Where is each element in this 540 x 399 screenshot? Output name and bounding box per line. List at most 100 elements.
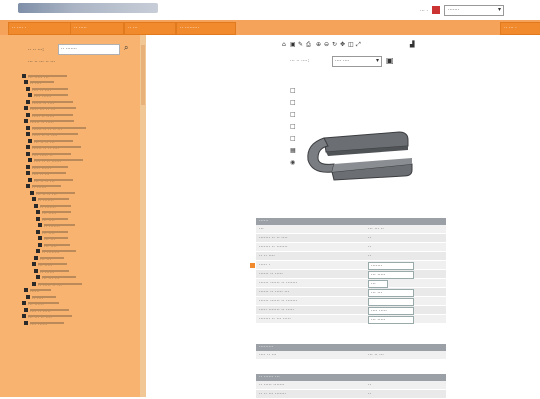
- tree-node-icon: [26, 151, 30, 156]
- chevron-down-icon: ▾: [497, 6, 501, 13]
- fullscreen-icon[interactable]: ⤢: [356, 42, 362, 48]
- property-key: ······· ·· ·······: [259, 244, 288, 250]
- tree-node-icon: [38, 223, 42, 227]
- property-row: ······ ······ ·· ······· ···: [256, 279, 446, 288]
- tree-item-label: ·· ····: [30, 81, 54, 87]
- tab-4-label: ·· ·········: [180, 25, 200, 31]
- search-input[interactable]: ·· ·······: [58, 44, 120, 55]
- property-input[interactable]: [368, 298, 414, 306]
- property-input[interactable]: ··· ···: [368, 289, 414, 297]
- save-icon[interactable]: ▣: [290, 42, 296, 48]
- property-value: ···: [371, 281, 376, 287]
- scrollbar-thumb[interactable]: [141, 45, 145, 105]
- property-key: ······· ·· ·· ····: [259, 235, 288, 241]
- tree-item-label: ··· ····: [42, 217, 68, 224]
- property-row: ······· ·· ·· ···· ··: [256, 234, 446, 243]
- tree-item-label: ······: [30, 289, 51, 295]
- edit-icon[interactable]: ✎: [298, 42, 304, 48]
- tab-3[interactable]: ·· ···: [124, 22, 176, 35]
- tree-node-icon: [26, 86, 30, 91]
- tree-node-icon: [36, 229, 40, 234]
- tree-node-icon: [32, 281, 36, 286]
- tree-item-label: ··· ······: [28, 302, 59, 308]
- logo: [18, 3, 158, 13]
- home-icon[interactable]: ⌂: [282, 42, 288, 48]
- property-input[interactable]: ··· ·····: [368, 271, 414, 279]
- sidebar: ·· ·· ···: ·· ······· ⌕ ··· ·· ··· ·· ··…: [0, 35, 146, 397]
- chart-icon[interactable]: ▟: [410, 42, 416, 48]
- zoom-select[interactable]: ···· ···· ▾: [332, 56, 382, 67]
- property-key: ·· ·· ····: [259, 253, 275, 259]
- tree-node-icon: [28, 177, 32, 182]
- zoom-in-icon[interactable]: ⊕: [316, 42, 322, 48]
- property-row: ····· ······· ·· ····· ···· ·····: [256, 306, 446, 315]
- tree-node-icon: [26, 99, 30, 104]
- tree-node-icon: [24, 80, 28, 84]
- property-row: ···· ·· ··· ··· ·· ···: [256, 351, 446, 360]
- tree-node-icon: [24, 307, 28, 312]
- view-3d-icon[interactable]: ▦: [290, 148, 296, 154]
- rotate-icon[interactable]: ↻: [332, 42, 338, 48]
- property-value: ··· ·· ···: [368, 352, 384, 358]
- property-row: ····· · ·······: [256, 261, 446, 270]
- nav-bar: ·· ···· · ·· ····· ·· ··· ·· ········· ·…: [0, 20, 540, 35]
- property-input[interactable]: ···· ·····: [368, 307, 414, 315]
- tree-item-label: ··· ·····: [38, 263, 67, 269]
- view-side-icon[interactable]: □: [290, 112, 296, 118]
- property-key: ····· ······· ·· ·····: [259, 307, 294, 313]
- tree-item-label: ···· ·· ···: [32, 172, 66, 178]
- property-value: ··: [368, 235, 372, 241]
- tree-node-icon: [32, 197, 36, 201]
- fit-icon[interactable]: ◫: [348, 42, 354, 48]
- property-key: ····· ·: [259, 262, 271, 268]
- tree-item-label: ····· ··· ·· ···: [30, 107, 76, 113]
- view-front-icon[interactable]: □: [290, 88, 296, 94]
- view-back-icon[interactable]: □: [290, 136, 296, 142]
- flag-icon: [432, 6, 440, 14]
- property-value: ··· ···: [371, 290, 383, 296]
- tab-right-label: ·· ··· ·: [504, 25, 517, 31]
- tree-item[interactable]: ···· ······: [22, 320, 86, 328]
- view-iso-icon[interactable]: □: [290, 124, 296, 130]
- zoom-label: ··· ·· ····:: [290, 58, 310, 64]
- tree-node-icon: [38, 236, 42, 240]
- viewer-toolbar: ⌂ ▣ ✎ ⎙ ⊕ ⊖ ↻ ✥ ◫ ⤢ ▟: [276, 42, 416, 52]
- property-panel: ········· ···· ·· ··· ··· ·· ···: [256, 344, 446, 360]
- view-reset-icon[interactable]: ◉: [290, 160, 296, 166]
- tree-item-label: ··· ····· ···: [28, 74, 67, 81]
- zoom-out-icon[interactable]: ⊖: [324, 42, 330, 48]
- tab-2[interactable]: ·· ·····: [70, 22, 124, 35]
- warning-icon: [250, 263, 255, 268]
- property-row: ······· ·· ··· ····· ··· ·····: [256, 315, 446, 324]
- tree-node-icon: [24, 320, 28, 325]
- binoculars-icon[interactable]: ⌕: [124, 43, 132, 52]
- property-input[interactable]: ·······: [368, 262, 414, 270]
- property-key: ······ ······ ·· ·······: [259, 280, 298, 286]
- property-row: ·· ····· ······· ··: [256, 381, 446, 390]
- language-select[interactable]: ······· ▾: [444, 5, 504, 16]
- zoom-row: ··· ·· ····: ···· ···· ▾ ▣: [276, 56, 416, 67]
- tab-1[interactable]: ·· ···· ·: [8, 22, 72, 35]
- tree-node-icon: [36, 249, 40, 253]
- tree-item-label: ···· ······: [34, 94, 68, 100]
- tree-node-icon: [22, 314, 26, 318]
- tree-node-icon: [26, 125, 30, 130]
- property-input[interactable]: ···: [368, 280, 388, 288]
- property-value: [369, 299, 371, 305]
- tree-item-label: ·· ····: [32, 295, 56, 302]
- tree-item-label: ··· ·· ·· ···: [34, 139, 73, 146]
- tree-node-icon: [24, 119, 28, 123]
- tree-item-label: ··· ··· ···: [42, 276, 76, 282]
- property-input[interactable]: ··· ·····: [368, 316, 414, 324]
- export-icon[interactable]: ▣: [386, 56, 394, 65]
- property-row: ······ ·· ····· ··· ··· ···: [256, 288, 446, 297]
- tab-4[interactable]: ·· ·········: [176, 22, 236, 35]
- property-key: ······ ······ ·· ·······: [259, 298, 298, 304]
- tab-3-label: ·· ···: [128, 25, 138, 31]
- view-top-icon[interactable]: □: [290, 100, 296, 106]
- tree-item-label: ····· ·· ·· ····: [32, 133, 78, 139]
- print-icon[interactable]: ⎙: [306, 42, 312, 48]
- tree-item-label: ···· ·· ····: [32, 87, 68, 94]
- tab-right[interactable]: ·· ··· ·: [500, 22, 540, 35]
- pan-icon[interactable]: ✥: [340, 42, 346, 48]
